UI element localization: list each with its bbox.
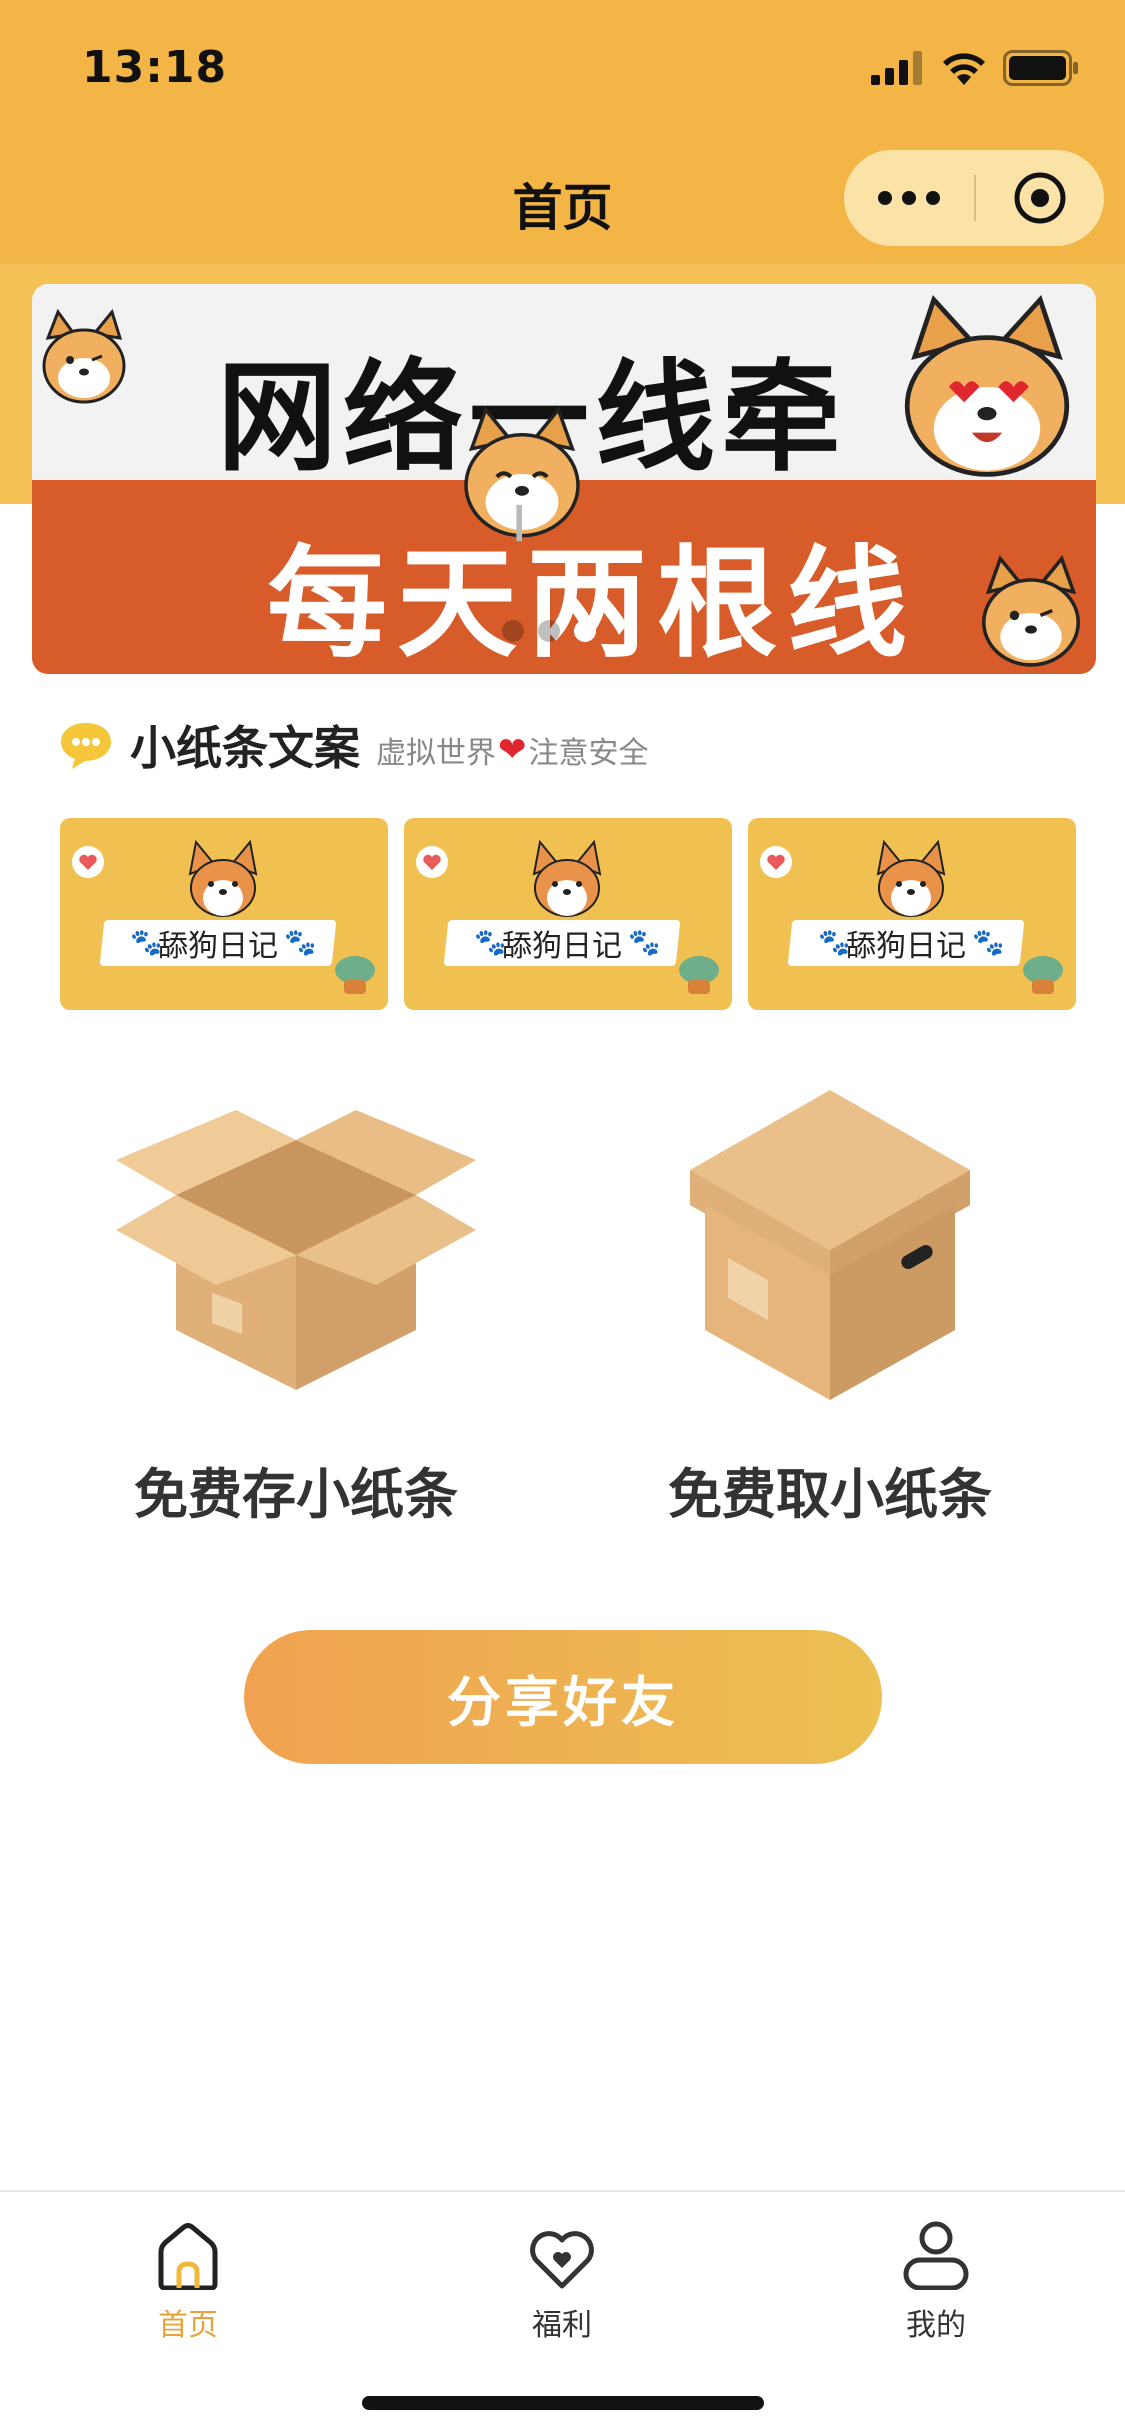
section-subtitle: 虚拟世界 ❤ 注意安全 <box>376 728 649 772</box>
card-list: 舔狗日记 🐾 🐾 舔狗日记 🐾 🐾 舔狗日记 🐾 🐾 <box>60 818 1076 1010</box>
heart-badge-icon <box>760 846 792 878</box>
dot <box>926 191 940 205</box>
corgi-icon <box>876 840 946 917</box>
heart-icon: ❤ <box>498 730 527 770</box>
store-note-label: 免费存小纸条 <box>134 1463 458 1526</box>
close-miniprogram-button[interactable] <box>976 150 1104 246</box>
carousel-dot-active[interactable] <box>574 620 596 642</box>
share-friends-button[interactable]: 分享好友 <box>244 1630 882 1764</box>
status-icons <box>871 48 1079 88</box>
carousel-dot[interactable] <box>502 620 524 642</box>
shiba-dog-illustration <box>982 555 1080 667</box>
paw-icon: 🐾 <box>474 928 507 958</box>
status-time: 13:18 <box>82 42 228 93</box>
turtle-icon <box>679 956 719 994</box>
battery-icon <box>1003 50 1078 86</box>
tab-label: 首页 <box>158 2308 218 2343</box>
tab-mine[interactable]: 我的 <box>836 2210 1036 2344</box>
carousel-indicator <box>502 620 596 642</box>
section-title: 小纸条文案 <box>130 721 360 775</box>
open-box-icon <box>116 1110 476 1390</box>
card-label: 舔狗日记 <box>846 929 966 964</box>
user-icon <box>903 2221 969 2290</box>
signal-icon <box>871 51 922 85</box>
target-icon <box>1014 172 1066 224</box>
subtitle-text: 注意安全 <box>528 736 649 771</box>
paw-icon: 🐾 <box>130 928 163 958</box>
take-note-action[interactable]: 免费取小纸条 <box>620 1080 1040 1529</box>
turtle-icon <box>1023 956 1063 994</box>
heart-badge-icon <box>416 846 448 878</box>
paw-icon: 🐾 <box>284 928 317 958</box>
turtle-icon <box>335 956 375 994</box>
card-label: 舔狗日记 <box>502 929 622 964</box>
shiba-dog-illustration <box>464 406 580 542</box>
chat-bubble-icon <box>61 723 111 769</box>
mini-program-capsule <box>844 150 1104 246</box>
tab-label: 我的 <box>906 2308 966 2343</box>
home-icon <box>158 2223 218 2290</box>
heart-badge-icon <box>72 846 104 878</box>
corgi-icon <box>532 840 602 917</box>
dot <box>878 191 892 205</box>
banner-carousel[interactable]: 网络一线牵 每天两根线 <box>32 284 1096 674</box>
more-button[interactable] <box>844 150 974 246</box>
dot <box>902 191 916 205</box>
wifi-icon <box>943 53 985 85</box>
closed-box-icon <box>690 1090 970 1400</box>
card-item[interactable]: 舔狗日记 🐾 🐾 <box>60 818 388 1010</box>
card-label: 舔狗日记 <box>158 929 278 964</box>
shiba-dog-illustration <box>904 295 1070 477</box>
take-note-label: 免费取小纸条 <box>668 1463 992 1526</box>
corgi-icon <box>188 840 258 917</box>
tab-label: 福利 <box>532 2308 592 2343</box>
paw-icon: 🐾 <box>972 928 1005 958</box>
tab-home[interactable]: 首页 <box>88 2210 288 2344</box>
carousel-dot[interactable] <box>538 620 560 642</box>
store-note-action[interactable]: 免费存小纸条 <box>86 1080 506 1529</box>
tab-benefits[interactable]: 福利 <box>462 2210 662 2344</box>
heart-icon <box>530 2231 594 2289</box>
banner-subline: 每天两根线 <box>267 535 917 674</box>
card-item[interactable]: 舔狗日记 🐾 🐾 <box>748 818 1076 1010</box>
header: 13:18 首页 <box>0 0 1125 264</box>
paw-icon: 🐾 <box>818 928 851 958</box>
paw-icon: 🐾 <box>628 928 661 958</box>
shiba-dog-illustration <box>42 308 126 404</box>
section-header: 小纸条文案 虚拟世界 ❤ 注意安全 <box>58 710 649 780</box>
subtitle-text: 虚拟世界 <box>376 736 496 771</box>
card-item[interactable]: 舔狗日记 🐾 🐾 <box>404 818 732 1010</box>
home-indicator[interactable] <box>362 2396 764 2410</box>
